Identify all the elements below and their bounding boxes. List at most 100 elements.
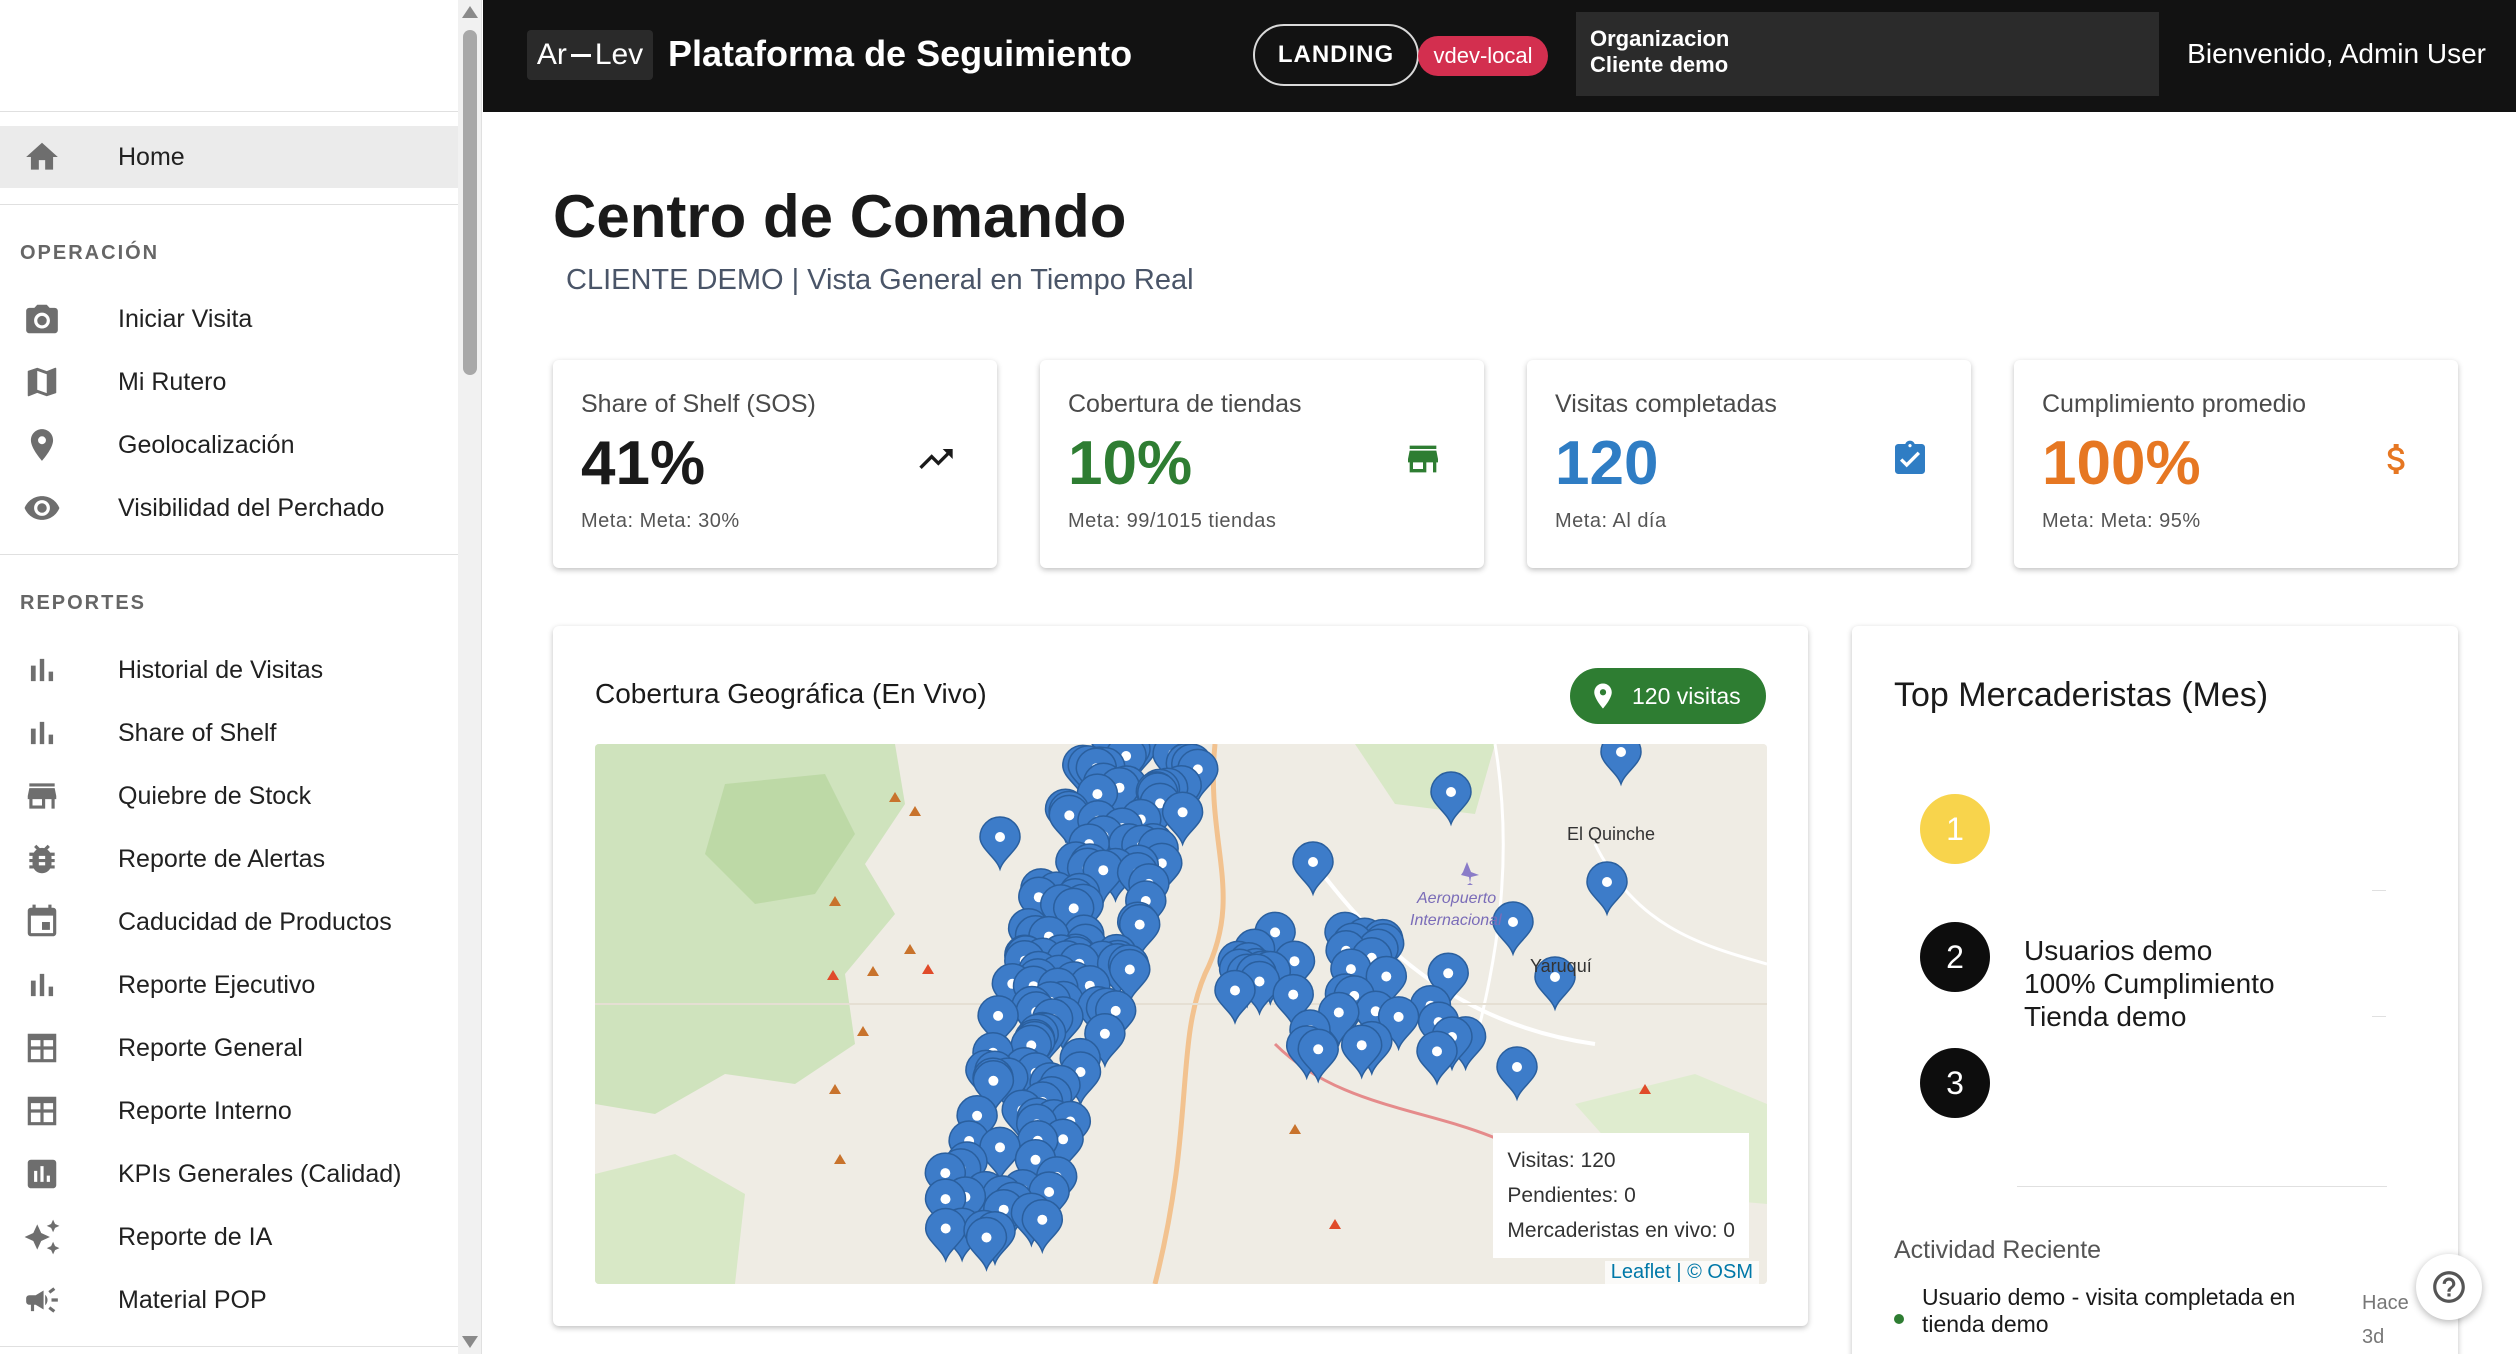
sidebar-item-label: Reporte Interno — [118, 1096, 292, 1125]
bar-chart-icon — [20, 963, 64, 1007]
bug-icon — [20, 837, 64, 881]
sidebar-item-label: Reporte de IA — [118, 1222, 273, 1251]
sidebar-item-visibilidad[interactable]: Visibilidad del Perchado — [0, 477, 458, 539]
kpi-meta: Meta: Al día — [1555, 510, 1667, 532]
camera-icon — [20, 297, 64, 341]
logo-text-left: Ar — [536, 38, 567, 71]
bar-chart-icon — [20, 711, 64, 755]
scroll-thumb[interactable] — [463, 30, 477, 375]
kpi-value: 100% — [2042, 429, 2201, 498]
kpi-card-share-of-shelf: Share of Shelf (SOS) 41% Meta: Meta: 30% — [553, 360, 997, 568]
sidebar-item-kpis-generales[interactable]: KPIs Generales (Calidad) — [0, 1143, 458, 1205]
rank-badge-1: 1 — [1920, 794, 1990, 864]
sidebar-item-reporte-interno[interactable]: Reporte Interno — [0, 1080, 458, 1142]
sidebar-item-reporte-alertas[interactable]: Reporte de Alertas — [0, 828, 458, 890]
rank-entry: Usuarios demo 100% Cumplimiento Tienda d… — [2024, 934, 2275, 1033]
map-place-label: Internacional — [1410, 912, 1502, 929]
sparkle-icon — [20, 1215, 64, 1259]
stats-pendientes: Pendientes: 0 — [1507, 1184, 1636, 1207]
sidebar-item-historial-visitas[interactable]: Historial de Visitas — [0, 639, 458, 701]
sidebar-item-label: Reporte Ejecutivo — [118, 970, 316, 999]
stats-visitas: Visitas: 120 — [1507, 1149, 1616, 1172]
rank-divider — [2372, 1016, 2386, 1017]
store-icon — [20, 774, 64, 818]
sidebar-header — [0, 0, 481, 112]
sidebar-item-label: Material POP — [118, 1285, 267, 1314]
table-icon — [20, 1089, 64, 1133]
kpi-label: Visitas completadas — [1555, 390, 1777, 418]
calendar-icon — [20, 900, 64, 944]
organization-selector[interactable]: Organizacion Cliente demo — [1576, 12, 2159, 96]
kpi-meta: Meta: 99/1015 tiendas — [1068, 510, 1277, 532]
sidebar-item-quiebre-stock[interactable]: Quiebre de Stock — [0, 765, 458, 827]
sidebar-section-operacion: OPERACIÓN — [20, 242, 160, 264]
app-logo[interactable]: Ar Lev — [527, 30, 653, 80]
sidebar-item-label: Share of Shelf — [118, 718, 277, 747]
map-attribution[interactable]: Leaflet | © OSM — [1604, 1261, 1759, 1284]
coverage-map[interactable]: El Quinche Aeropuerto Internacional Yaru… — [595, 744, 1767, 1284]
table-icon — [20, 1026, 64, 1070]
sidebar-divider — [0, 1346, 458, 1347]
sidebar-item-caducidad[interactable]: Caducidad de Productos — [0, 891, 458, 953]
map-icon — [20, 360, 64, 404]
sidebar-item-label: Mi Rutero — [118, 367, 227, 396]
sidebar-item-geolocalizacion[interactable]: Geolocalización — [0, 414, 458, 476]
sidebar-item-home[interactable]: Home — [0, 126, 458, 188]
page-subtitle: CLIENTE DEMO | Vista General en Tiempo R… — [566, 264, 1194, 296]
bar-chart-icon — [20, 648, 64, 692]
recent-activity-title: Actividad Reciente — [1894, 1236, 2102, 1264]
sidebar-scrollbar[interactable] — [458, 0, 481, 1354]
kpi-label: Share of Shelf (SOS) — [581, 390, 816, 418]
page-title: Centro de Comando — [553, 183, 1127, 250]
scroll-up-arrow[interactable] — [462, 6, 478, 18]
logo-dash — [570, 53, 591, 57]
organization-label: Organizacion — [1590, 26, 1730, 51]
rank-divider — [2372, 890, 2386, 891]
megaphone-icon — [20, 1278, 64, 1322]
kpi-meta: Meta: Meta: 95% — [2042, 510, 2201, 532]
sidebar-item-label: Geolocalización — [118, 430, 295, 459]
kpi-label: Cobertura de tiendas — [1068, 390, 1302, 418]
sidebar: Home OPERACIÓN Iniciar Visita Mi Rutero … — [0, 0, 482, 1354]
rank-badge-2: 2 — [1920, 922, 1990, 992]
help-button[interactable] — [2416, 1254, 2482, 1320]
sidebar-item-mi-rutero[interactable]: Mi Rutero — [0, 351, 458, 413]
sidebar-item-reporte-ejecutivo[interactable]: Reporte Ejecutivo — [0, 954, 458, 1016]
rank-entry-score: 100% Cumplimiento — [2024, 968, 2275, 999]
map-place-label: Aeropuerto — [1417, 890, 1497, 907]
rank-entry-store: Tienda demo — [2024, 1001, 2187, 1032]
kpi-card-cobertura: Cobertura de tiendas 10% Meta: 99/1015 t… — [1040, 360, 1484, 568]
trending-up-icon — [915, 438, 957, 480]
activity-status-dot — [1894, 1314, 1904, 1324]
sidebar-item-label: Quiebre de Stock — [118, 781, 312, 810]
rank-entry-name: Usuarios demo — [2024, 935, 2213, 966]
stats-mercaderistas: Mercaderistas en vivo: 0 — [1507, 1219, 1735, 1242]
activity-item-time: Hace 3d — [2362, 1286, 2409, 1354]
sidebar-item-iniciar-visita[interactable]: Iniciar Visita — [0, 288, 458, 350]
sidebar-item-reporte-general[interactable]: Reporte General — [0, 1017, 458, 1079]
help-icon — [2433, 1271, 2465, 1303]
dollar-icon — [2376, 438, 2418, 480]
scroll-down-arrow[interactable] — [462, 1336, 478, 1348]
sidebar-item-label: Historial de Visitas — [118, 655, 324, 684]
activity-time-label: Hace — [2362, 1292, 2409, 1314]
map-stats-panel: Visitas: 120 Pendientes: 0 Mercaderistas… — [1493, 1133, 1749, 1258]
welcome-user[interactable]: Bienvenido, Admin User — [2187, 38, 2486, 70]
visits-count-badge: 120 visitas — [1570, 668, 1766, 724]
kpi-card-visitas: Visitas completadas 120 Meta: Al día — [1527, 360, 1971, 568]
sidebar-section-reportes: REPORTES — [20, 592, 147, 614]
app-title: Plataforma de Seguimiento — [668, 33, 1133, 74]
location-pin-icon — [20, 423, 64, 467]
landing-button[interactable]: LANDING — [1253, 24, 1419, 86]
activity-time-value: 3d — [2362, 1326, 2385, 1348]
sidebar-item-reporte-ia[interactable]: Reporte de IA — [0, 1206, 458, 1268]
sidebar-divider — [0, 204, 458, 205]
sidebar-item-label: Caducidad de Productos — [118, 907, 392, 936]
kpi-label: Cumplimiento promedio — [2042, 390, 2307, 418]
sidebar-item-share-of-shelf[interactable]: Share of Shelf — [0, 702, 458, 764]
sidebar-item-material-pop[interactable]: Material POP — [0, 1269, 458, 1331]
eye-icon — [20, 486, 64, 530]
organization-name: Cliente demo — [1590, 52, 1729, 77]
kpi-value: 10% — [1068, 429, 1193, 498]
top-mercaderistas-title: Top Mercaderistas (Mes) — [1894, 676, 2269, 714]
